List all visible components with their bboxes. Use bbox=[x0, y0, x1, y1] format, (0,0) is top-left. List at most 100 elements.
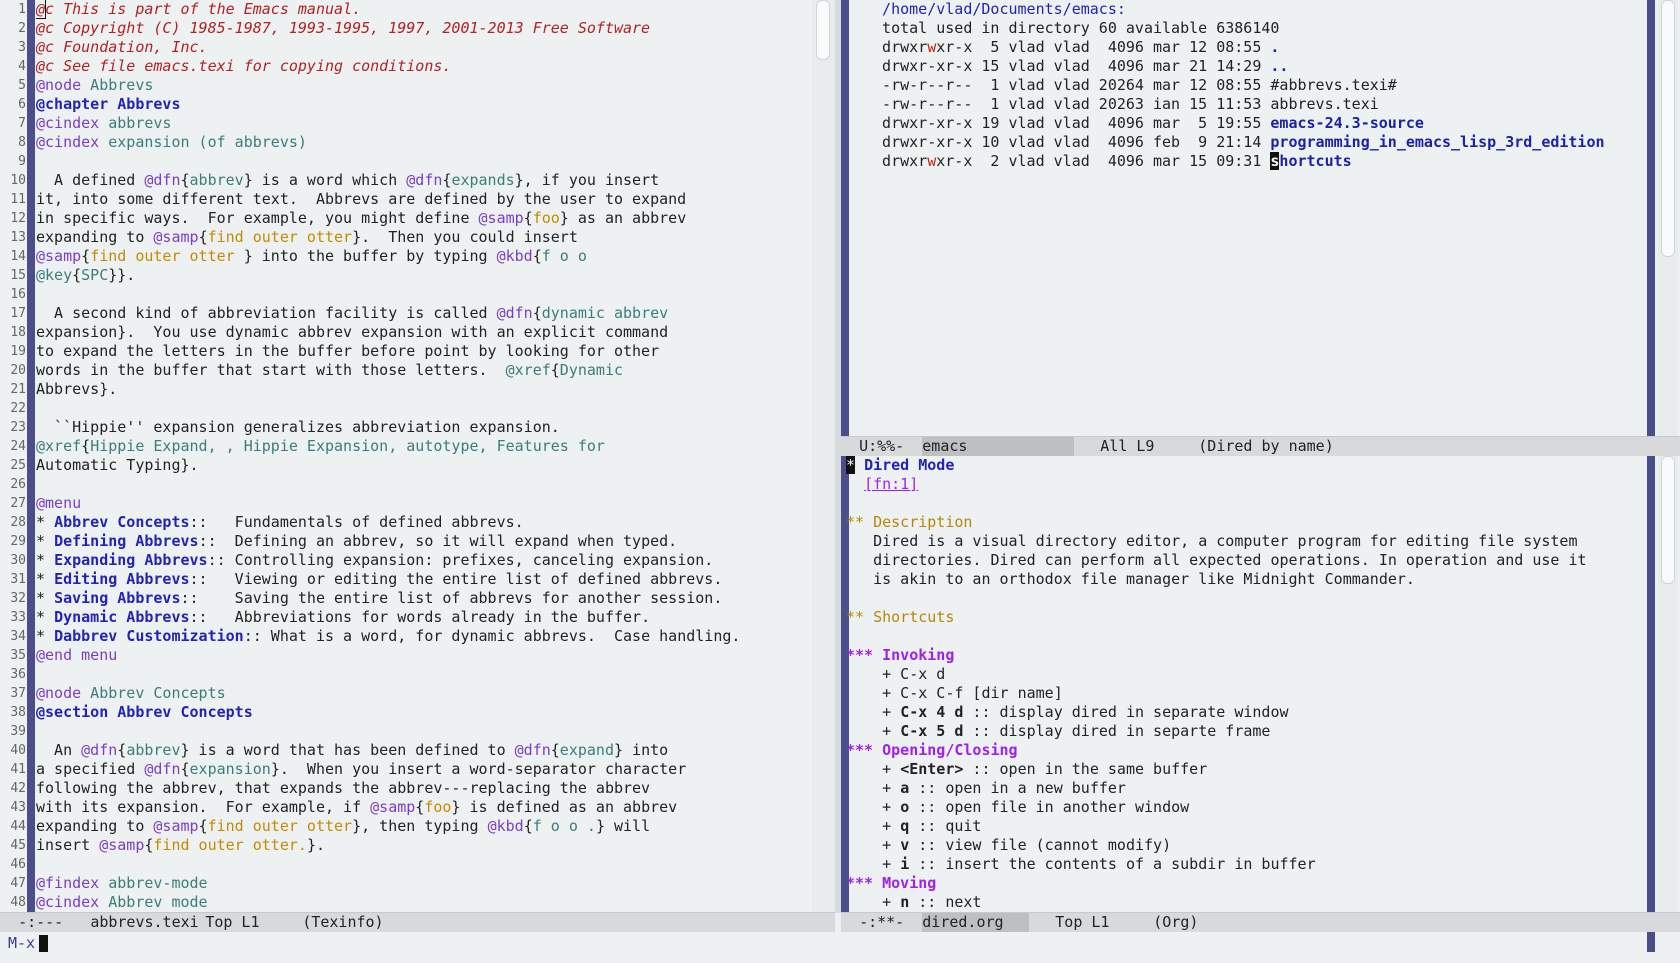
texinfo-editor-pane[interactable]: 1 2 3 4 5 6 7 8 9 10 11 12 13 14 15 16 17 18 19 20 21 22 23 24 2… bbox=[0, 0, 835, 913]
dired-file-entry[interactable]: drwxr-xr-x 10 vlad vlad 4096 feb 9 21:14… bbox=[864, 133, 1644, 152]
text-line[interactable]: @cindex abbrevs bbox=[36, 114, 810, 133]
dired-file-entry[interactable]: drwxr-xr-x 15 vlad vlad 4096 mar 21 14:2… bbox=[864, 57, 1644, 76]
org-heading[interactable]: *** Moving bbox=[846, 874, 1644, 893]
org-text-line[interactable] bbox=[846, 494, 1644, 513]
modeline-major-mode[interactable]: (Dired by name) bbox=[1198, 437, 1333, 455]
text-line[interactable]: @end menu bbox=[36, 646, 810, 665]
org-text-line[interactable]: + n :: next bbox=[846, 893, 1644, 912]
text-line[interactable]: to expand the letters in the buffer befo… bbox=[36, 342, 810, 361]
text-line[interactable] bbox=[36, 855, 810, 874]
org-text-line[interactable]: + <Enter> :: open in the same buffer bbox=[846, 760, 1644, 779]
text-line[interactable]: insert @samp{find outer otter.}. bbox=[36, 836, 810, 855]
modeline-major-mode[interactable]: (Org) bbox=[1153, 913, 1198, 931]
text-line[interactable]: expansion}. You use dynamic abbrev expan… bbox=[36, 323, 810, 342]
text-line[interactable]: expanding to @samp{find outer otter}. Th… bbox=[36, 228, 810, 247]
text-line[interactable]: it, into some different text. Abbrevs ar… bbox=[36, 190, 810, 209]
org-text-line[interactable]: + C-x 5 d :: display dired in separte fr… bbox=[846, 722, 1644, 741]
texinfo-buffer-text[interactable]: @c This is part of the Emacs manual. @c C… bbox=[36, 0, 810, 913]
text-line[interactable]: @c See file emacs.texi for copying condi… bbox=[36, 57, 810, 76]
text-line[interactable]: An @dfn{abbrev} is a word that has been … bbox=[36, 741, 810, 760]
org-buffer-text[interactable]: * Dired Mode [fn:1] ** Description Dired … bbox=[846, 456, 1644, 913]
org-scrollbar-thumb[interactable] bbox=[1661, 456, 1675, 584]
org-text-line[interactable]: + C-x d bbox=[846, 665, 1644, 684]
text-line[interactable]: @samp{find outer otter } into the buffer… bbox=[36, 247, 810, 266]
texinfo-mode-line[interactable]: -:--- abbrevs.texi Top L1 (Texinfo) bbox=[0, 912, 835, 932]
text-line[interactable]: @chapter Abbrevs bbox=[36, 95, 810, 114]
text-line[interactable]: * Editing Abbrevs:: Viewing or editing t… bbox=[36, 570, 810, 589]
text-line[interactable]: @key{SPC}}. bbox=[36, 266, 810, 285]
text-line[interactable]: Abbrevs}. bbox=[36, 380, 810, 399]
dired-buffer-text[interactable]: /home/vlad/Documents/emacs: total used i… bbox=[864, 0, 1644, 437]
text-line[interactable]: Automatic Typing}. bbox=[36, 456, 810, 475]
left-scrollbar-thumb[interactable] bbox=[816, 0, 830, 60]
text-line[interactable]: * Abbrev Concepts:: Fundamentals of defi… bbox=[36, 513, 810, 532]
text-line[interactable] bbox=[36, 285, 810, 304]
text-line[interactable]: * Expanding Abbrevs:: Controlling expans… bbox=[36, 551, 810, 570]
text-line[interactable]: * Dynamic Abbrevs:: Abbreviations for wo… bbox=[36, 608, 810, 627]
text-line[interactable]: @section Abbrev Concepts bbox=[36, 703, 810, 722]
text-line[interactable]: expanding to @samp{find outer otter}, th… bbox=[36, 817, 810, 836]
org-heading[interactable]: *** Opening/Closing bbox=[846, 741, 1644, 760]
org-text-line[interactable]: + i :: insert the contents of a subdir i… bbox=[846, 855, 1644, 874]
text-line[interactable] bbox=[36, 665, 810, 684]
text-line[interactable]: following the abbrev, that expands the a… bbox=[36, 779, 810, 798]
text-line[interactable]: @node Abbrev Concepts bbox=[36, 684, 810, 703]
org-text-line[interactable]: directories. Dired can perform all expec… bbox=[846, 551, 1644, 570]
text-line[interactable]: @cindex expansion (of abbrevs) bbox=[36, 133, 810, 152]
dired-file-entry[interactable]: drwxr-xr-x 19 vlad vlad 4096 mar 5 19:55… bbox=[864, 114, 1644, 133]
minibuffer[interactable]: M-x bbox=[0, 932, 1680, 963]
text-line[interactable]: @c This is part of the Emacs manual. bbox=[36, 0, 810, 19]
text-line[interactable] bbox=[36, 399, 810, 418]
org-pane[interactable]: * Dired Mode [fn:1] ** Description Dired … bbox=[841, 456, 1680, 913]
org-scrollbar[interactable] bbox=[1658, 456, 1678, 913]
org-text-line[interactable] bbox=[846, 589, 1644, 608]
text-line[interactable]: ``Hippie'' expansion generalizes abbrevi… bbox=[36, 418, 810, 437]
org-text-line[interactable]: + q :: quit bbox=[846, 817, 1644, 836]
text-line[interactable] bbox=[36, 475, 810, 494]
org-heading[interactable]: ** Description bbox=[846, 513, 1644, 532]
text-line[interactable]: @menu bbox=[36, 494, 810, 513]
text-line[interactable]: words in the buffer that start with thos… bbox=[36, 361, 810, 380]
dired-file-entry[interactable]: drwxrwxr-x 5 vlad vlad 4096 mar 12 08:55… bbox=[864, 38, 1644, 57]
dired-file-entry[interactable]: -rw-r--r-- 1 vlad vlad 20263 ian 15 11:5… bbox=[864, 95, 1644, 114]
org-text-line[interactable]: + v :: view file (cannot modify) bbox=[846, 836, 1644, 855]
org-text-line[interactable]: [fn:1] bbox=[846, 475, 1644, 494]
org-mode-line[interactable]: -:**- dired.org Top L1 (Org) bbox=[841, 912, 1680, 932]
modeline-buffer-name[interactable]: emacs bbox=[922, 437, 1075, 456]
text-line[interactable]: @c Copyright (C) 1985-1987, 1993-1995, 1… bbox=[36, 19, 810, 38]
modeline-buffer-name[interactable]: abbrevs.texi bbox=[90, 913, 205, 932]
left-scrollbar[interactable] bbox=[812, 0, 835, 913]
text-line[interactable]: @cindex Abbrev mode bbox=[36, 893, 810, 912]
org-text-line[interactable]: + o :: open file in another window bbox=[846, 798, 1644, 817]
text-line[interactable]: @findex abbrev-mode bbox=[36, 874, 810, 893]
text-line[interactable]: a specified @dfn{expansion}. When you in… bbox=[36, 760, 810, 779]
text-line[interactable]: in specific ways. For example, you might… bbox=[36, 209, 810, 228]
org-heading[interactable]: *** Invoking bbox=[846, 646, 1644, 665]
org-text-line[interactable]: + C-x C-f [dir name] bbox=[846, 684, 1644, 703]
text-line[interactable]: * Dabbrev Customization:: What is a word… bbox=[36, 627, 810, 646]
dired-scrollbar[interactable] bbox=[1658, 0, 1678, 437]
org-text-line[interactable]: Dired is a visual directory editor, a co… bbox=[846, 532, 1644, 551]
org-heading[interactable]: * Dired Mode bbox=[846, 456, 1644, 475]
dired-file-entry[interactable]: -rw-r--r-- 1 vlad vlad 20264 mar 12 08:5… bbox=[864, 76, 1644, 95]
text-line[interactable]: @xref{Hippie Expand, , Hippie Expansion,… bbox=[36, 437, 810, 456]
dired-scrollbar-thumb[interactable] bbox=[1661, 0, 1675, 257]
dired-file-entry[interactable]: drwxrwxr-x 2 vlad vlad 4096 mar 15 09:31… bbox=[864, 152, 1644, 171]
modeline-buffer-name[interactable]: dired.org bbox=[922, 913, 1030, 932]
text-line[interactable]: A defined @dfn{abbrev} is a word which @… bbox=[36, 171, 810, 190]
text-line[interactable]: A second kind of abbreviation facility i… bbox=[36, 304, 810, 323]
text-line[interactable]: * Saving Abbrevs:: Saving the entire lis… bbox=[36, 589, 810, 608]
org-text-line[interactable]: + C-x 4 d :: display dired in separate w… bbox=[846, 703, 1644, 722]
text-line[interactable] bbox=[36, 722, 810, 741]
dired-mode-line[interactable]: U:%%- emacs All L9 (Dired by name) bbox=[841, 436, 1680, 456]
text-line[interactable]: with its expansion. For example, if @sam… bbox=[36, 798, 810, 817]
org-text-line[interactable]: + a :: open in a new buffer bbox=[846, 779, 1644, 798]
org-text-line[interactable] bbox=[846, 627, 1644, 646]
text-line[interactable]: @node Abbrevs bbox=[36, 76, 810, 95]
dired-pane[interactable]: /home/vlad/Documents/emacs: total used i… bbox=[841, 0, 1680, 437]
text-line[interactable]: @c Foundation, Inc. bbox=[36, 38, 810, 57]
modeline-major-mode[interactable]: (Texinfo) bbox=[302, 913, 383, 931]
text-line[interactable]: * Defining Abbrevs:: Defining an abbrev,… bbox=[36, 532, 810, 551]
org-text-line[interactable]: is akin to an orthodox file manager like… bbox=[846, 570, 1644, 589]
org-heading[interactable]: ** Shortcuts bbox=[846, 608, 1644, 627]
